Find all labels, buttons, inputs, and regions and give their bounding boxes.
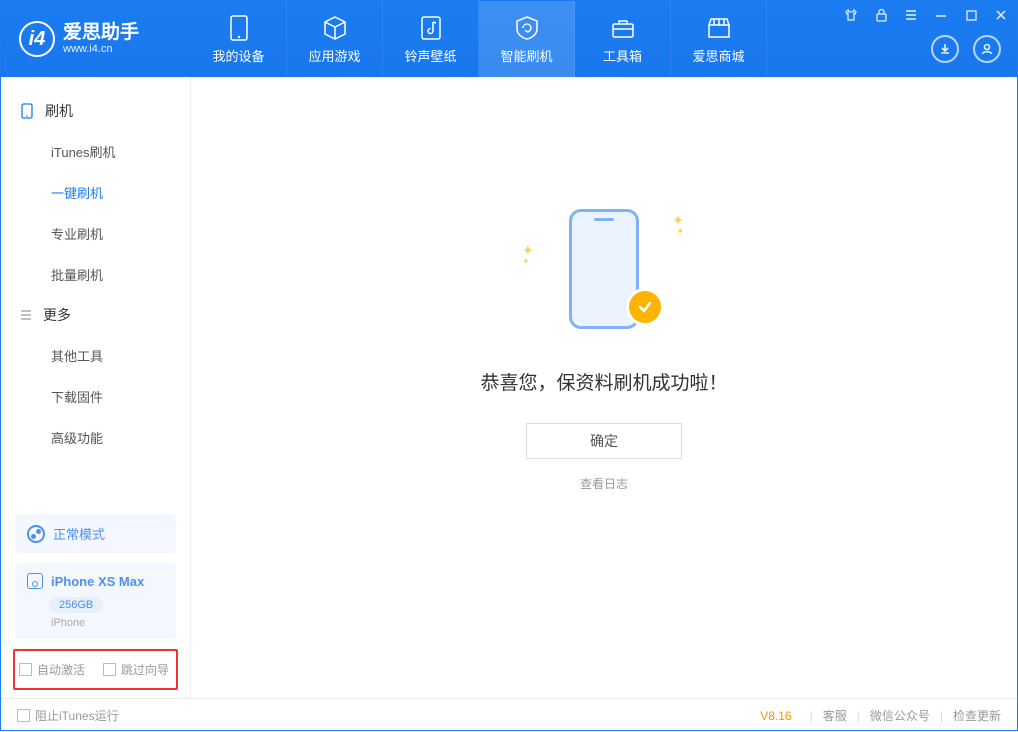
tab-store[interactable]: 爱思商城 [671, 1, 767, 77]
footer-link-support[interactable]: 客服 [823, 707, 847, 724]
device-icon [225, 14, 253, 42]
window-controls [841, 5, 1011, 25]
sparkle-icon: ✦ [676, 226, 684, 237]
store-icon [705, 14, 733, 42]
ok-button[interactable]: 确定 [526, 423, 682, 459]
sidebar-group-more: 更多 [1, 295, 190, 335]
checkbox-icon [19, 663, 32, 676]
refresh-shield-icon [513, 14, 541, 42]
tab-smart-flash[interactable]: 智能刷机 [479, 1, 575, 77]
device-type: iPhone [51, 617, 164, 629]
success-message: 恭喜您，保资料刷机成功啦！ [480, 368, 727, 395]
cube-icon [321, 14, 349, 42]
footer-link-wechat[interactable]: 微信公众号 [870, 707, 930, 724]
maximize-button[interactable] [961, 5, 981, 25]
tab-toolbox[interactable]: 工具箱 [575, 1, 671, 77]
checkbox-icon [103, 663, 116, 676]
menu-icon[interactable] [901, 5, 921, 25]
sidebar-item-itunes-flash[interactable]: iTunes刷机 [1, 131, 190, 172]
status-bar: 阻止iTunes运行 V8.16 | 客服 | 微信公众号 | 检查更新 [1, 698, 1017, 732]
minimize-button[interactable] [931, 5, 951, 25]
view-log-link[interactable]: 查看日志 [580, 475, 628, 492]
mode-icon [27, 525, 45, 543]
device-mode-box[interactable]: 正常模式 [15, 514, 176, 553]
sidebar-item-other-tools[interactable]: 其他工具 [1, 335, 190, 376]
main-tabs: 我的设备 应用游戏 铃声壁纸 智能刷机 工具箱 爱思商城 [191, 1, 767, 77]
version-label: V8.16 [760, 709, 791, 723]
checkbox-auto-activate[interactable]: 自动激活 [19, 661, 85, 678]
footer-link-update[interactable]: 检查更新 [953, 707, 1001, 724]
sidebar-item-pro-flash[interactable]: 专业刷机 [1, 213, 190, 254]
user-button[interactable] [973, 35, 1001, 63]
checkbox-block-itunes[interactable]: 阻止iTunes运行 [17, 707, 119, 724]
sidebar: 刷机 iTunes刷机 一键刷机 专业刷机 批量刷机 更多 其他工具 下载固件 … [1, 77, 191, 698]
tab-apps-games[interactable]: 应用游戏 [287, 1, 383, 77]
device-name: iPhone XS Max [51, 574, 144, 589]
app-logo: i4 爱思助手 www.i4.cn [1, 21, 191, 57]
app-name-en: www.i4.cn [63, 43, 139, 55]
checkbox-icon [17, 709, 30, 722]
highlighted-options-box: 自动激活 跳过向导 [13, 649, 178, 690]
sidebar-item-onekey-flash[interactable]: 一键刷机 [1, 172, 190, 213]
tab-my-device[interactable]: 我的设备 [191, 1, 287, 77]
device-capacity-badge: 256GB [49, 597, 103, 613]
checkmark-badge-icon [626, 288, 664, 326]
sidebar-item-batch-flash[interactable]: 批量刷机 [1, 254, 190, 295]
sparkle-icon: ✦ [522, 256, 530, 267]
success-illustration: ✦ ✦ ✦ ✦ [534, 204, 674, 344]
music-note-icon [417, 14, 445, 42]
app-name-cn: 爱思助手 [63, 23, 139, 44]
download-button[interactable] [931, 35, 959, 63]
toolbox-icon [609, 14, 637, 42]
sidebar-item-advanced[interactable]: 高级功能 [1, 417, 190, 458]
main-content: ✦ ✦ ✦ ✦ 恭喜您，保资料刷机成功啦！ 确定 查看日志 [191, 77, 1017, 698]
checkbox-skip-wizard[interactable]: 跳过向导 [103, 661, 169, 678]
tshirt-icon[interactable] [841, 5, 861, 25]
list-icon [19, 308, 33, 322]
logo-icon: i4 [19, 21, 55, 57]
sidebar-item-download-firmware[interactable]: 下载固件 [1, 376, 190, 417]
phone-small-icon [27, 573, 43, 589]
device-mode-label: 正常模式 [53, 524, 105, 543]
close-button[interactable] [991, 5, 1011, 25]
phone-icon [19, 103, 35, 119]
tab-ringtones-wallpapers[interactable]: 铃声壁纸 [383, 1, 479, 77]
device-info-box[interactable]: iPhone XS Max 256GB iPhone [15, 563, 176, 639]
app-header: i4 爱思助手 www.i4.cn 我的设备 应用游戏 铃声壁纸 智能刷机 工具… [1, 1, 1017, 77]
sidebar-group-flash: 刷机 [1, 91, 190, 131]
lock-icon[interactable] [871, 5, 891, 25]
